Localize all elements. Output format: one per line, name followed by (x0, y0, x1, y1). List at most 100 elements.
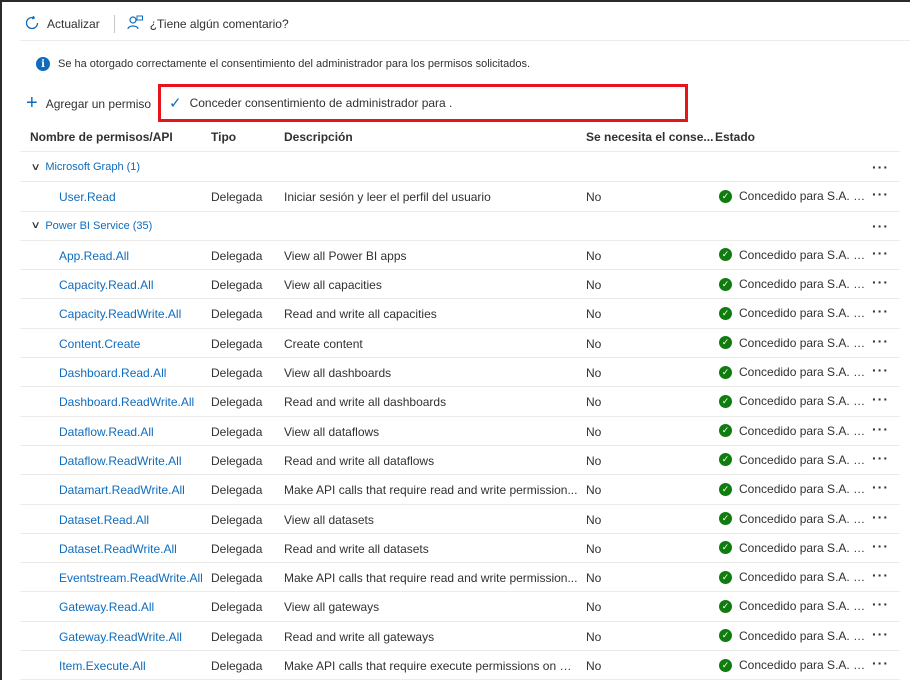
status-text: Concedido para S.A. DE ... (739, 452, 867, 467)
window-frame-top (0, 0, 910, 2)
more-options-icon[interactable]: ··· (872, 567, 889, 583)
admin-consent-required: No (586, 600, 602, 615)
column-header-admin-consent[interactable]: Se necesita el conse... (586, 130, 713, 144)
more-options-icon[interactable]: ··· (872, 421, 889, 437)
status-cell: ✓ Concedido para S.A. DE ... (719, 248, 867, 262)
status-cell: ✓ Concedido para S.A. DE ... (719, 306, 867, 320)
grant-admin-consent-label: Conceder consentimiento de administrador… (189, 96, 453, 110)
permission-link[interactable]: Eventstream.ReadWrite.All (59, 571, 203, 585)
permission-link[interactable]: Dataflow.Read.All (59, 425, 154, 439)
grant-admin-consent-button[interactable]: ✓ Conceder consentimiento de administrad… (158, 84, 688, 122)
permission-link[interactable]: User.Read (59, 190, 116, 204)
permission-link[interactable]: Dataset.ReadWrite.All (59, 542, 177, 556)
window-frame-left (0, 0, 2, 680)
more-options-icon[interactable]: ··· (872, 333, 889, 349)
status-cell: ✓ Concedido para S.A. DE ... (719, 453, 867, 467)
success-check-icon: ✓ (719, 394, 732, 408)
permission-description: Read and write all capacities (284, 307, 437, 322)
permission-link[interactable]: Dashboard.Read.All (59, 366, 166, 380)
permission-link[interactable]: Gateway.Read.All (59, 600, 154, 614)
more-options-icon[interactable]: ··· (872, 159, 889, 175)
more-options-icon[interactable]: ··· (872, 391, 889, 407)
table-row: App.Read.All Delegada View all Power BI ap… (20, 241, 900, 271)
column-header-name[interactable]: Nombre de permisos/API (30, 130, 173, 144)
more-options-icon[interactable]: ··· (872, 509, 889, 525)
group-label: Power BI Service (35) (45, 219, 153, 232)
permission-description: View all dashboards (284, 366, 392, 381)
status-text: Concedido para S.A. DE ... (739, 277, 867, 292)
more-options-icon[interactable]: ··· (872, 450, 889, 466)
permission-type: Delegada (211, 190, 263, 205)
more-options-icon[interactable]: ··· (872, 596, 889, 612)
more-options-icon[interactable]: ··· (872, 626, 889, 642)
permission-description: Read and write all dashboards (284, 395, 447, 410)
admin-consent-required: No (586, 659, 602, 674)
permission-link[interactable]: App.Read.All (59, 249, 129, 263)
status-cell: ✓ Concedido para S.A. DE ... (719, 424, 867, 438)
success-check-icon: ✓ (719, 512, 732, 526)
status-cell: ✓ Concedido para S.A. DE ... (719, 365, 867, 379)
permission-link[interactable]: Dashboard.ReadWrite.All (59, 395, 194, 409)
permission-type: Delegada (211, 571, 263, 586)
status-text: Concedido para S.A. DE ... (739, 628, 867, 643)
success-check-icon: ✓ (719, 482, 732, 496)
feedback-button[interactable]: ¿Tiene algún comentario? (127, 15, 289, 34)
table-row: Item.Execute.All Delegada Make API calls t… (20, 651, 900, 680)
toolbar-separator (113, 15, 115, 33)
group-toggle[interactable]: ∨ Power BI Service (35) (30, 219, 153, 232)
group-row: ∨ Power BI Service (35) ··· (20, 212, 900, 241)
toolbar: Actualizar ¿Tiene algún comentario? (24, 12, 289, 36)
permission-type: Delegada (211, 424, 263, 439)
admin-consent-required: No (586, 366, 602, 381)
table-row: User.Read Delegada Iniciar sesión y leer e… (20, 182, 900, 212)
column-header-description[interactable]: Descripción (284, 130, 353, 144)
table-row: Dataset.ReadWrite.All Delegada Read and wr… (20, 534, 900, 564)
permission-link[interactable]: Item.Execute.All (59, 659, 146, 673)
status-text: Concedido para S.A. DE ... (739, 570, 867, 585)
feedback-label: ¿Tiene algún comentario? (149, 17, 289, 31)
admin-consent-required: No (586, 629, 602, 644)
more-options-icon[interactable]: ··· (872, 186, 889, 202)
chevron-down-icon: ∨ (30, 161, 41, 173)
permission-type: Delegada (211, 278, 263, 293)
permission-link[interactable]: Datamart.ReadWrite.All (59, 483, 185, 497)
more-options-icon[interactable]: ··· (872, 274, 889, 290)
more-options-icon[interactable]: ··· (872, 303, 889, 319)
chevron-down-icon: ∨ (30, 220, 41, 232)
permission-link[interactable]: Capacity.ReadWrite.All (59, 307, 181, 321)
column-header-type[interactable]: Tipo (211, 130, 236, 144)
more-options-icon[interactable]: ··· (872, 655, 889, 671)
permission-description: Make API calls that require read and wri… (284, 571, 578, 586)
admin-consent-required: No (586, 278, 602, 293)
add-permission-button[interactable]: + Agregar un permiso (26, 93, 152, 113)
more-options-icon[interactable]: ··· (872, 538, 889, 554)
permission-link[interactable]: Capacity.Read.All (59, 278, 154, 292)
status-text: Concedido para S.A. DE ... (739, 423, 867, 438)
permission-type: Delegada (211, 395, 263, 410)
permission-link[interactable]: Gateway.ReadWrite.All (59, 630, 182, 644)
group-toggle[interactable]: ∨ Microsoft Graph (1) (30, 161, 141, 173)
permission-description: Read and write all datasets (284, 541, 429, 556)
admin-consent-required: No (586, 190, 602, 205)
status-text: Concedido para S.A. DE ... (739, 658, 867, 673)
status-cell: ✓ Concedido para S.A. DE ... (719, 629, 867, 643)
refresh-button[interactable]: Actualizar (24, 15, 100, 34)
table-header: Nombre de permisos/API Tipo Descripción … (20, 122, 900, 152)
more-options-icon[interactable]: ··· (872, 245, 889, 261)
table-row: Capacity.ReadWrite.All Delegada Read and w… (20, 299, 900, 329)
success-check-icon: ✓ (719, 570, 732, 584)
permission-link[interactable]: Content.Create (59, 337, 140, 351)
table-row: Dataflow.Read.All Delegada View all datafl… (20, 417, 900, 446)
permission-link[interactable]: Dataflow.ReadWrite.All (59, 454, 182, 468)
more-options-icon[interactable]: ··· (872, 479, 889, 495)
more-options-icon[interactable]: ··· (872, 218, 889, 234)
feedback-icon (127, 15, 143, 34)
status-cell: ✓ Concedido para S.A. DE ... (719, 394, 867, 408)
permission-description: Iniciar sesión y leer el perfil del usua… (284, 190, 491, 205)
column-header-status[interactable]: Estado (715, 130, 755, 144)
permission-description: View all capacities (284, 278, 382, 293)
more-options-icon[interactable]: ··· (872, 362, 889, 378)
checkmark-icon: ✓ (169, 95, 182, 112)
permission-link[interactable]: Dataset.Read.All (59, 513, 149, 527)
add-permission-label: Agregar un permiso (45, 97, 152, 111)
